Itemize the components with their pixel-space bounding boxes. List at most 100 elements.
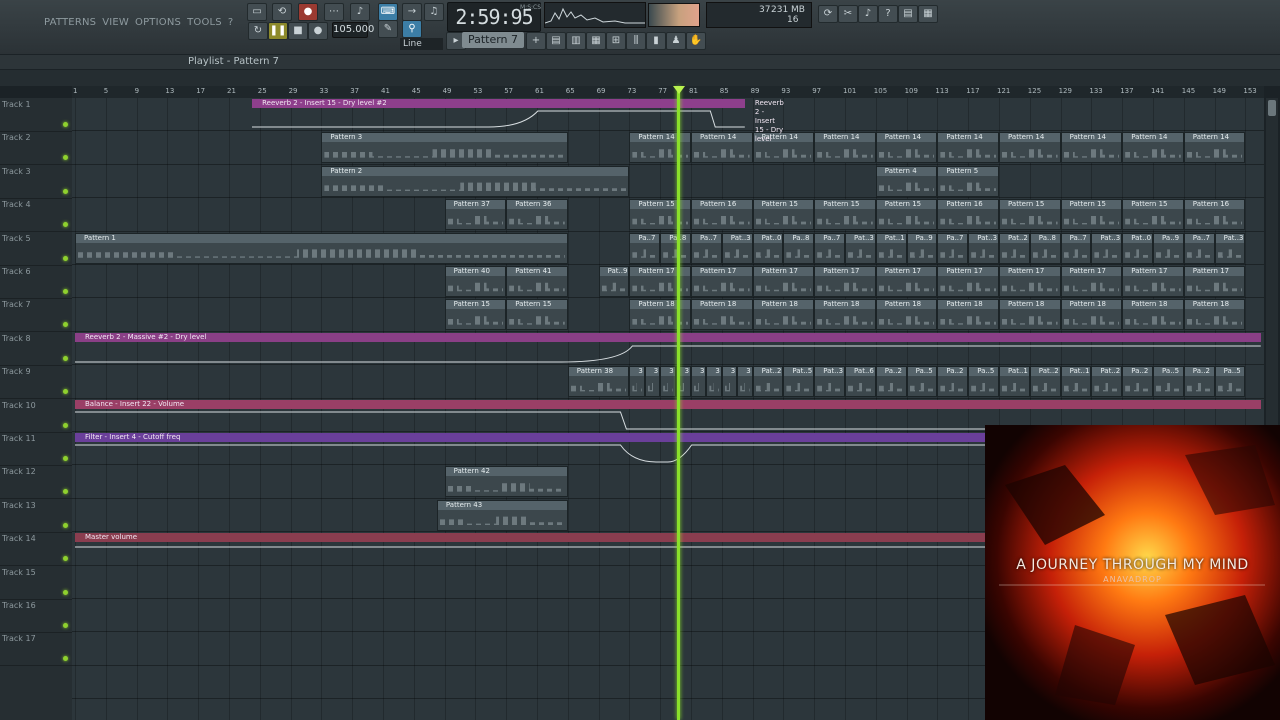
pattern-clip[interactable]: Pattern 3 xyxy=(321,132,568,164)
pattern-clip[interactable]: Pa..2 xyxy=(1122,366,1153,398)
pattern-clip[interactable]: Pattern 15 xyxy=(444,299,507,331)
pattern-clip[interactable]: 3 xyxy=(706,366,722,398)
track-header[interactable]: Track 5 xyxy=(0,232,72,266)
timeline-ruler[interactable]: 1 5 9 13 17 21 25 29 33 37 41 45 49 53 57 61 65 69 73 77 81 8… xyxy=(72,86,1264,98)
reset-icon[interactable]: ⟳ xyxy=(818,5,838,23)
track-header[interactable]: Track 17 xyxy=(0,632,72,667)
mixer-icon[interactable]: ⫼ xyxy=(626,32,646,50)
menu-help[interactable]: ? xyxy=(228,17,234,28)
track-header[interactable]: Track 4 xyxy=(0,198,72,233)
play-button[interactable]: ❚❚ xyxy=(268,22,288,40)
metronome-icon[interactable]: ♪ xyxy=(350,3,370,21)
wait-input-icon[interactable]: ♫ xyxy=(424,3,444,21)
pattern-clip[interactable]: Pattern 18 xyxy=(691,299,753,331)
automation-clip[interactable]: Reeverb 2 - Insert 15 - Dry level #2 Reev… xyxy=(252,99,784,143)
record-button[interactable]: ● xyxy=(308,22,328,40)
save-icon[interactable]: ▤ xyxy=(898,5,918,23)
pattern-clip[interactable]: Pattern 15 xyxy=(999,199,1061,231)
pattern-clip[interactable]: Pattern 14 xyxy=(875,132,938,164)
track-enable-led[interactable] xyxy=(63,122,68,127)
track-header[interactable]: Track 3 xyxy=(0,165,72,199)
pattern-clip[interactable]: Pattern 14 xyxy=(937,132,999,164)
playhead-marker[interactable] xyxy=(673,86,685,94)
pattern-clip[interactable]: 3 xyxy=(721,366,738,398)
pattern-clip[interactable]: Pat..3 xyxy=(721,232,753,264)
stop-button[interactable]: ■ xyxy=(288,22,308,40)
playlist-window-icon[interactable]: ▤ xyxy=(546,32,566,50)
snap-selector[interactable]: Line xyxy=(400,38,443,50)
pattern-clip[interactable]: Pattern 18 xyxy=(1183,299,1246,331)
pattern-add-icon[interactable]: + xyxy=(526,32,546,50)
pattern-clip[interactable]: Pat..3 xyxy=(814,366,845,398)
track-enable-led[interactable] xyxy=(63,389,68,395)
loop-icon[interactable]: ↻ xyxy=(248,22,268,40)
pattern-clip[interactable]: Pattern 14 xyxy=(1060,132,1123,164)
mic-icon[interactable]: ♪ xyxy=(858,5,878,23)
pattern-clip[interactable]: 3 xyxy=(691,366,707,398)
pattern-clip[interactable]: Pat..3 xyxy=(845,232,876,264)
typing-keyboard-icon[interactable]: ⌨ xyxy=(378,3,398,21)
pattern-clip[interactable]: 3 xyxy=(644,366,661,398)
pattern-clip[interactable]: Pattern 18 xyxy=(1060,299,1123,331)
pattern-clip[interactable]: Pattern 14 xyxy=(1122,132,1184,164)
pattern-clip[interactable]: Pat..2 xyxy=(1091,366,1123,398)
pattern-clip[interactable]: Pattern 18 xyxy=(814,299,876,331)
track-header[interactable]: Track 9 xyxy=(0,365,72,400)
pattern-clip[interactable]: Pattern 15 xyxy=(875,199,938,231)
project-icon[interactable]: ▮ xyxy=(646,32,666,50)
plugin-picker-icon[interactable]: ♟ xyxy=(666,32,686,50)
track-enable-led[interactable] xyxy=(63,422,68,428)
track-enable-led[interactable] xyxy=(63,355,68,361)
touch-controller-icon[interactable]: ✋ xyxy=(686,32,706,50)
track-enable-led[interactable] xyxy=(63,289,68,294)
pattern-clip[interactable]: Pattern 5 xyxy=(937,165,999,197)
piano-roll-icon[interactable]: ▥ xyxy=(566,32,586,50)
track-header[interactable]: Track 14 xyxy=(0,532,72,567)
pattern-clip[interactable]: Pa..9 xyxy=(906,232,938,264)
pattern-clip[interactable]: Pa..5 xyxy=(968,366,999,398)
track-header[interactable]: Track 12 xyxy=(0,465,72,500)
track-enable-led[interactable] xyxy=(63,322,68,328)
cut-tools-icon[interactable]: ✂ xyxy=(838,5,858,23)
pattern-clip[interactable]: Pattern 42 xyxy=(444,466,568,498)
track-enable-led[interactable] xyxy=(63,623,68,628)
pattern-clip[interactable]: Pa..9 xyxy=(1153,232,1184,264)
track-header[interactable]: Track 15 xyxy=(0,566,72,600)
pattern-clip[interactable]: Pat..3 xyxy=(1091,232,1123,264)
menu-tools[interactable]: TOOLS xyxy=(187,17,222,28)
pattern-clip[interactable]: Pattern 36 xyxy=(506,199,568,231)
track-enable-led[interactable] xyxy=(63,456,68,461)
pattern-clip[interactable]: Pat..5 xyxy=(783,366,815,398)
pattern-clip[interactable]: Pattern 18 xyxy=(752,299,815,331)
pattern-clip[interactable]: Pattern 18 xyxy=(999,299,1061,331)
pattern-clip[interactable]: Pattern 15 xyxy=(506,299,568,331)
pattern-clip[interactable]: Pattern 15 xyxy=(814,199,876,231)
pattern-clip[interactable]: Pattern 14 xyxy=(1183,132,1246,164)
render-icon[interactable]: ▦ xyxy=(918,5,938,23)
pattern-clip[interactable]: Pattern 14 xyxy=(629,132,691,164)
track-enable-led[interactable] xyxy=(63,255,68,261)
track-enable-led[interactable] xyxy=(63,222,68,228)
track-header[interactable]: Track 6 xyxy=(0,265,72,299)
help-icon[interactable]: ? xyxy=(878,5,898,23)
track-enable-led[interactable] xyxy=(63,155,68,161)
pattern-clip[interactable]: Pattern 37 xyxy=(444,199,507,231)
pattern-clip[interactable]: Pat..1 xyxy=(875,232,907,264)
menu-view[interactable]: VIEW xyxy=(102,17,129,28)
pattern-clip[interactable]: Pa..8 xyxy=(660,232,691,264)
track-header[interactable]: Track 8 xyxy=(0,332,72,366)
pattern-clip[interactable]: Pattern 17 xyxy=(752,266,815,297)
pattern-clip[interactable]: Pa..5 xyxy=(1214,366,1246,398)
pattern-clip[interactable]: Pattern 14 xyxy=(691,132,753,164)
pattern-clip[interactable]: Pa..7 xyxy=(814,232,845,264)
pattern-clip[interactable]: Pat..3 xyxy=(968,232,999,264)
pattern-clip[interactable]: Pattern 14 xyxy=(814,132,876,164)
pattern-clip[interactable]: Pa..2 xyxy=(875,366,907,398)
pattern-clip[interactable]: Pattern 43 xyxy=(436,499,568,531)
pattern-clip[interactable]: 3 xyxy=(629,366,645,398)
track-header[interactable]: Track 1 xyxy=(0,98,72,132)
automation-clip[interactable]: Reeverb 2 - Massive #2 - Dry level xyxy=(75,332,1261,364)
pattern-clip[interactable]: Pa..8 xyxy=(1029,232,1061,264)
pattern-clip[interactable]: Pat..0 xyxy=(752,232,784,264)
pattern-clip[interactable]: Pattern 18 xyxy=(629,299,691,331)
